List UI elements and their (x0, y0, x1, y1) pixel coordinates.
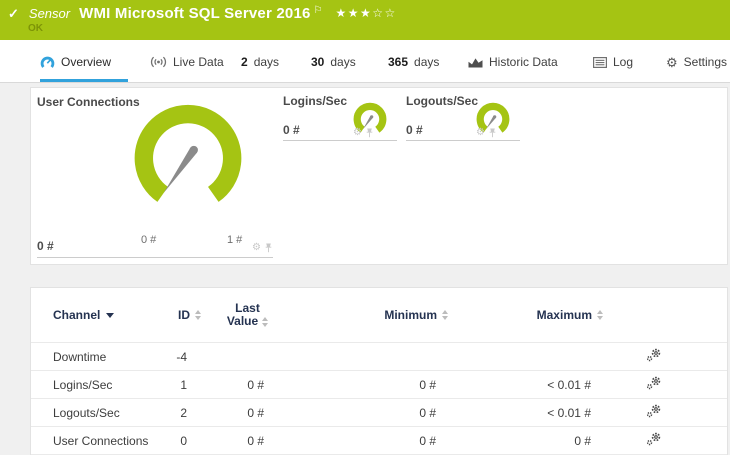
sort-desc-icon (106, 312, 115, 318)
cell-id: 2 (180, 405, 187, 420)
pin-icon[interactable] (265, 243, 272, 253)
channel-settings-gears-icon (646, 376, 661, 390)
column-label: Maximum (536, 308, 592, 322)
cell-last-value: 0 # (247, 405, 264, 420)
cell-minimum: 0 # (419, 377, 436, 392)
edit-channel-button[interactable] (646, 432, 662, 446)
flag-icon[interactable]: ⚐ (314, 5, 323, 16)
divider (37, 257, 273, 258)
edit-channel-button[interactable] (646, 376, 662, 390)
cell-channel: Downtime (53, 349, 107, 364)
log-list-icon (593, 56, 607, 68)
channels-table-panel: Channel ID Last Value Minimum Maximum Do… (30, 287, 728, 455)
primary-gauge-value: 0 # (37, 239, 54, 253)
logouts-gauge-title: Logouts/Sec (406, 94, 479, 108)
cell-minimum: 0 # (419, 405, 436, 420)
logouts-gauge-section: Logouts/Sec 0 # ⚙ (406, 94, 520, 141)
tab-label: Live Data (173, 55, 224, 69)
cell-minimum: 0 # (419, 433, 436, 448)
cell-id: -4 (176, 349, 187, 364)
cell-maximum: < 0.01 # (547, 377, 591, 392)
area-chart-icon (468, 57, 483, 67)
table-row: Logouts/Sec 2 0 # 0 # < 0.01 # (31, 398, 727, 426)
pin-icon[interactable] (366, 128, 373, 138)
column-header-id[interactable]: ID (171, 308, 201, 322)
gauge-scale-max: 1 # (227, 234, 243, 246)
cell-channel: Logouts/Sec (53, 405, 120, 420)
logouts-gauge-value: 0 # (406, 123, 423, 137)
gear-icon: ⚙ (666, 54, 678, 70)
active-tab-indicator (40, 79, 128, 82)
column-label: Minimum (384, 308, 437, 322)
tab-log[interactable]: Log (593, 49, 633, 75)
gauge-settings-icon[interactable]: ⚙ (476, 128, 485, 138)
broadcast-icon (150, 56, 167, 68)
tab-label: Log (613, 55, 634, 69)
column-header-channel[interactable]: Channel (53, 308, 171, 322)
cell-maximum: < 0.01 # (547, 405, 591, 420)
sensor-title: WMI Microsoft SQL Server 2016 (79, 5, 311, 22)
sort-icon (597, 310, 603, 320)
column-header-last-value[interactable]: Last Value (201, 302, 294, 328)
logins-gauge-value: 0 # (283, 123, 300, 137)
cell-maximum: 0 # (574, 433, 591, 448)
table-row: User Connections 0 0 # 0 # 0 # (31, 426, 727, 455)
table-header-row: Channel ID Last Value Minimum Maximum (31, 288, 727, 342)
tab-bar: Overview Live Data 2 days 30 days 365 da… (0, 40, 730, 83)
edit-channel-button[interactable] (646, 404, 662, 418)
tab-label: Overview (61, 55, 112, 69)
column-label: Channel (53, 308, 101, 322)
cell-id: 0 (180, 433, 187, 448)
cell-channel: Logins/Sec (53, 377, 113, 392)
gauge-icon (40, 56, 55, 68)
tab-label: days (253, 55, 280, 69)
tab-historic-data[interactable]: Historic Data (468, 49, 558, 75)
tab-label: days (414, 55, 440, 69)
gauge-scale-min: 0 # (141, 234, 157, 246)
logins-gauge-section: Logins/Sec 0 # ⚙ (283, 94, 397, 141)
tab-2-days[interactable]: 2 days (241, 49, 279, 75)
status-check-icon: ✓ (8, 6, 19, 21)
logins-gauge-title: Logins/Sec (283, 94, 348, 108)
sort-icon (262, 316, 269, 327)
table-row: Logins/Sec 1 0 # 0 # < 0.01 # (31, 370, 727, 398)
edit-channel-button[interactable] (646, 348, 662, 362)
gauges-panel: User Connections 0 # 1 # 0 # ⚙ Logins/Se… (30, 87, 728, 265)
channel-settings-gears-icon (646, 404, 661, 418)
cell-last-value: 0 # (247, 433, 264, 448)
tab-label: Historic Data (489, 55, 558, 69)
column-label: Value (226, 314, 259, 328)
tab-label: days (330, 55, 356, 69)
gauge-needle (163, 145, 198, 193)
tab-number: 365 (388, 55, 409, 69)
priority-stars[interactable]: ★★★☆☆ (336, 6, 397, 20)
cell-id: 1 (180, 377, 187, 392)
tab-label: Settings (683, 55, 728, 69)
column-header-maximum[interactable]: Maximum (448, 308, 603, 322)
tab-365-days[interactable]: 365 days (388, 49, 439, 75)
tab-30-days[interactable]: 30 days (311, 49, 356, 75)
column-label: ID (178, 308, 190, 322)
tab-live-data[interactable]: Live Data (150, 49, 224, 75)
gauge-settings-icon[interactable]: ⚙ (353, 128, 362, 138)
channel-settings-gears-icon (646, 432, 661, 446)
status-badge: OK (28, 23, 43, 34)
tab-number: 30 (311, 55, 325, 69)
tab-overview[interactable]: Overview (40, 49, 111, 75)
gauge-settings-icon[interactable]: ⚙ (252, 243, 261, 253)
tab-number: 2 (241, 55, 248, 69)
cell-last-value: 0 # (247, 377, 264, 392)
cell-channel: User Connections (53, 433, 149, 448)
tab-settings[interactable]: ⚙ Settings (666, 49, 727, 75)
sensor-type-label: Sensor (28, 6, 71, 21)
table-row: Downtime -4 (31, 342, 727, 370)
column-header-minimum[interactable]: Minimum (294, 308, 448, 322)
pin-icon[interactable] (489, 128, 496, 138)
user-connections-gauge (134, 104, 242, 202)
sensor-status-bar: ✓ Sensor WMI Microsoft SQL Server 2016 ⚐… (0, 0, 730, 40)
channel-settings-gears-icon (646, 348, 661, 362)
content-area: User Connections 0 # 1 # 0 # ⚙ Logins/Se… (0, 83, 730, 455)
